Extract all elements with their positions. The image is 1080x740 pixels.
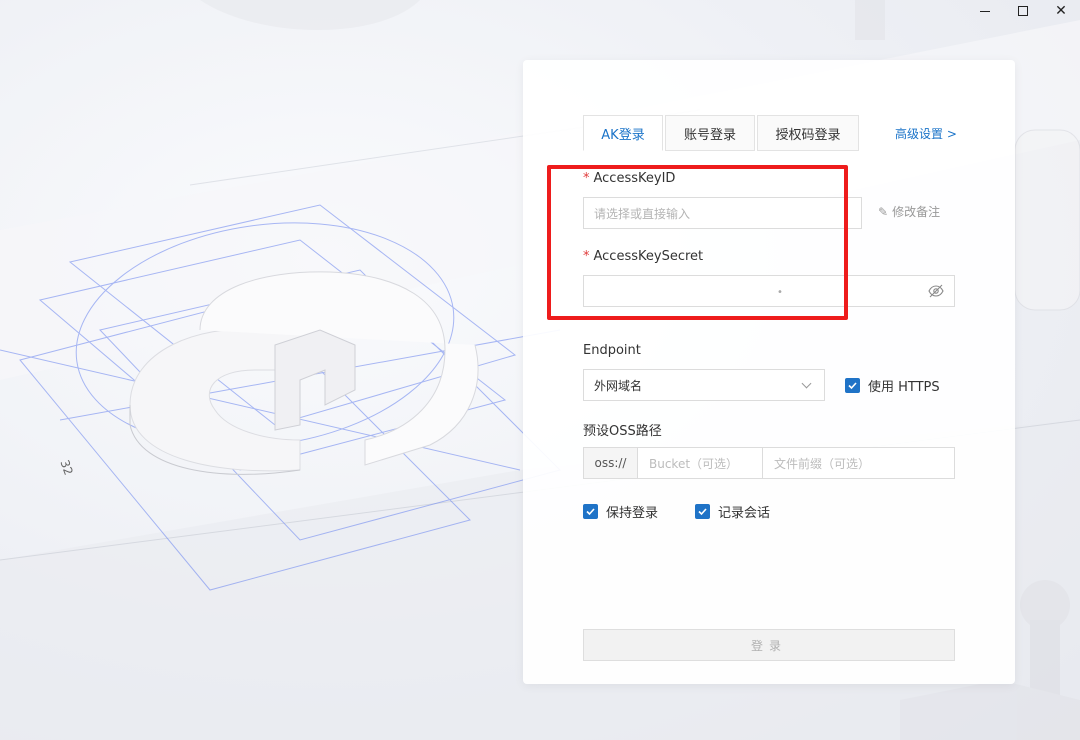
maximize-button[interactable] <box>1004 0 1042 22</box>
edit-note-label: 修改备注 <box>892 205 941 219</box>
checkbox-checked-icon <box>845 378 860 393</box>
access-key-id-placeholder: 请选择或直接输入 <box>594 206 691 221</box>
pencil-icon: ✎ <box>878 205 889 219</box>
login-tabs: AK登录 账号登录 授权码登录 <box>583 115 861 151</box>
bucket-input[interactable]: Bucket（可选） <box>638 448 763 478</box>
keep-login-checkbox[interactable]: 保持登录 <box>583 502 658 521</box>
window-controls: ✕ <box>966 0 1080 22</box>
access-key-id-label-text: AccessKeyID <box>593 171 676 186</box>
maximize-icon <box>1018 6 1028 16</box>
oss-prefix: oss:// <box>584 448 638 478</box>
minimize-icon <box>980 10 990 12</box>
preset-path-label: 预设OSS路径 <box>583 424 662 439</box>
access-key-id-input[interactable]: 请选择或直接输入 <box>583 197 862 229</box>
preset-path-group: oss:// Bucket（可选） 文件前缀（可选） <box>583 447 955 479</box>
minimize-button[interactable] <box>966 0 1004 22</box>
endpoint-selected-value: 外网域名 <box>594 378 643 393</box>
use-https-checkbox[interactable]: 使用 HTTPS <box>845 376 940 395</box>
tab-auth-code-login[interactable]: 授权码登录 <box>757 115 859 151</box>
tab-ak-login[interactable]: AK登录 <box>583 115 663 151</box>
access-key-secret-input[interactable]: • <box>583 275 955 307</box>
close-button[interactable]: ✕ <box>1042 0 1080 22</box>
password-mask: • <box>777 287 783 298</box>
use-https-label: 使用 HTTPS <box>868 380 940 395</box>
required-mark: * <box>583 171 590 186</box>
chevron-down-icon <box>801 378 812 388</box>
login-card: AK登录 账号登录 授权码登录 高级设置 > * AccessKeyID 请选择或… <box>523 60 1015 684</box>
access-key-secret-label: * AccessKeySecret <box>583 249 703 264</box>
record-session-label: 记录会话 <box>718 506 771 521</box>
access-key-secret-label-text: AccessKeySecret <box>593 249 704 264</box>
login-button[interactable]: 登录 <box>583 629 955 661</box>
folder-prefix-input[interactable]: 文件前缀（可选） <box>763 448 954 478</box>
dimension-label: 32 <box>57 458 75 477</box>
required-mark: * <box>583 249 590 264</box>
eye-off-icon[interactable] <box>928 284 944 298</box>
tab-account-login[interactable]: 账号登录 <box>665 115 755 151</box>
keep-login-label: 保持登录 <box>606 506 659 521</box>
access-key-id-label: * AccessKeyID <box>583 171 675 186</box>
edit-note-button[interactable]: ✎ 修改备注 <box>878 203 940 220</box>
advanced-settings-link[interactable]: 高级设置 > <box>895 125 957 142</box>
close-icon: ✕ <box>1055 3 1067 19</box>
endpoint-label: Endpoint <box>583 343 641 358</box>
endpoint-select[interactable]: 外网域名 <box>583 369 825 401</box>
checkbox-checked-icon <box>695 504 710 519</box>
checkbox-checked-icon <box>583 504 598 519</box>
record-session-checkbox[interactable]: 记录会话 <box>695 502 770 521</box>
